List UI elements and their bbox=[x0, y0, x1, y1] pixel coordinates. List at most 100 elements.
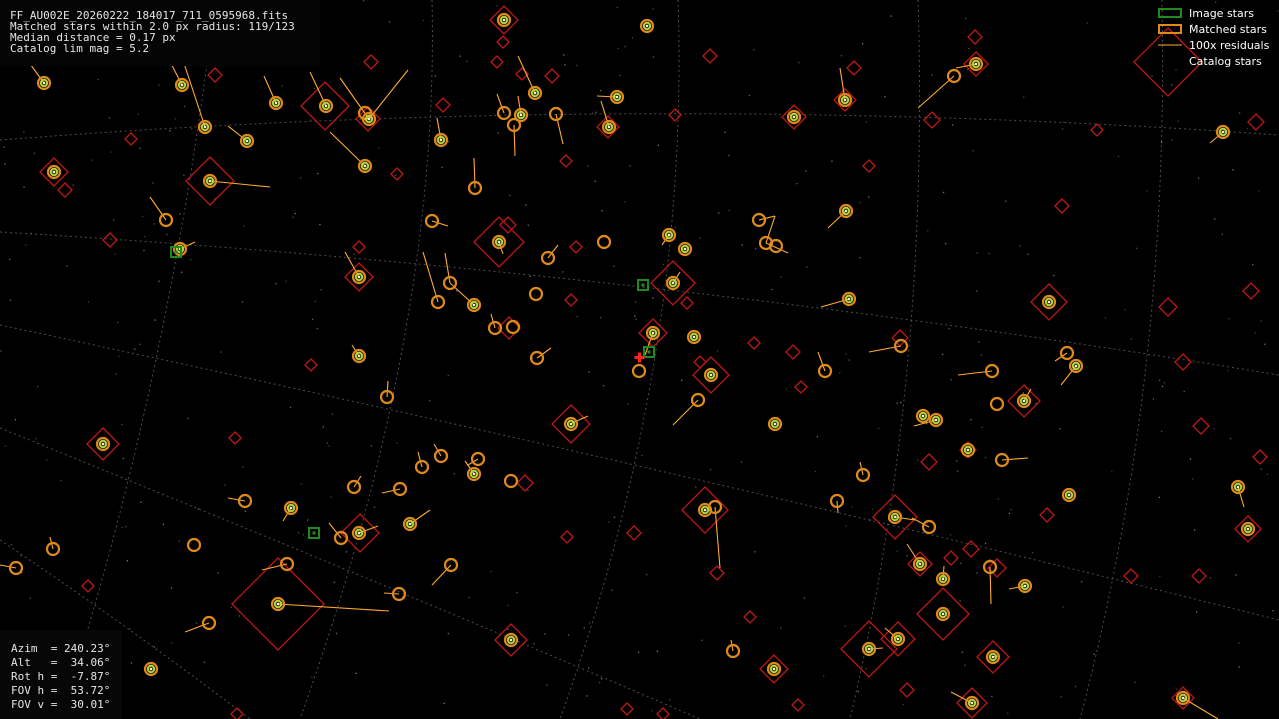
background-star bbox=[29, 597, 31, 599]
background-star bbox=[300, 177, 302, 179]
background-star bbox=[1221, 233, 1223, 235]
catalog-star-marker bbox=[743, 610, 757, 624]
image-star-center bbox=[472, 303, 476, 307]
background-star bbox=[122, 457, 124, 460]
background-star bbox=[137, 113, 140, 115]
background-star bbox=[805, 170, 807, 172]
background-star bbox=[3, 146, 5, 148]
image-star-center bbox=[645, 24, 649, 28]
catalog-star-marker bbox=[626, 525, 642, 541]
background-star bbox=[848, 359, 850, 361]
grid-line bbox=[59, 0, 216, 719]
background-star bbox=[1019, 245, 1021, 247]
catalog-star-marker bbox=[564, 293, 578, 307]
image-star-center bbox=[289, 506, 293, 510]
background-star bbox=[1080, 581, 1083, 583]
background-star bbox=[275, 283, 277, 285]
background-star bbox=[310, 119, 312, 121]
background-star bbox=[203, 661, 206, 663]
background-star bbox=[242, 466, 244, 468]
background-star bbox=[139, 147, 141, 149]
background-star bbox=[669, 699, 671, 701]
matched-star-marker bbox=[596, 234, 612, 250]
background-star bbox=[567, 634, 570, 636]
background-star bbox=[178, 540, 180, 542]
background-star bbox=[896, 550, 898, 552]
background-star bbox=[181, 271, 183, 273]
background-star bbox=[23, 186, 25, 188]
background-star bbox=[1183, 390, 1185, 393]
background-star bbox=[292, 216, 294, 219]
grid-line bbox=[849, 0, 921, 719]
rotation-text: Rot h = -7.87° bbox=[11, 670, 111, 683]
matched-stars-layer bbox=[8, 12, 1256, 711]
background-star bbox=[490, 570, 492, 573]
catalog-star-marker bbox=[943, 550, 959, 566]
background-star bbox=[716, 350, 719, 352]
catalog-star-marker bbox=[57, 182, 73, 198]
background-star bbox=[1161, 385, 1164, 388]
catalog-star-marker bbox=[794, 380, 808, 394]
background-star bbox=[980, 354, 983, 356]
image-star-center bbox=[149, 667, 153, 671]
background-star bbox=[1124, 309, 1126, 311]
background-star bbox=[447, 374, 449, 377]
background-star bbox=[896, 402, 898, 404]
background-star bbox=[459, 55, 461, 57]
background-star bbox=[583, 627, 585, 629]
background-star bbox=[1264, 343, 1266, 345]
residual-line bbox=[473, 157, 476, 189]
background-star bbox=[927, 230, 929, 232]
catalog-star-marker bbox=[544, 68, 560, 84]
background-star bbox=[960, 562, 962, 564]
background-star bbox=[1228, 317, 1230, 320]
background-star bbox=[1152, 398, 1154, 400]
catalog-star-marker bbox=[1039, 507, 1055, 523]
background-star bbox=[114, 253, 116, 255]
background-star bbox=[35, 437, 37, 440]
background-star bbox=[1104, 317, 1107, 319]
background-star bbox=[322, 426, 324, 428]
legend-label-matched-stars: Matched stars bbox=[1189, 23, 1267, 36]
catalog-star-marker bbox=[559, 154, 573, 168]
legend-label-residuals: 100x residuals bbox=[1189, 39, 1270, 52]
background-star bbox=[741, 244, 743, 246]
image-stars-swatch-icon bbox=[1158, 8, 1182, 18]
image-star-center bbox=[472, 472, 476, 476]
background-star bbox=[591, 112, 594, 114]
azimuth-text: Azim = 240.23° bbox=[11, 642, 111, 655]
background-star bbox=[152, 182, 154, 184]
image-star-center bbox=[1023, 584, 1027, 588]
catalog-star-marker bbox=[1191, 568, 1207, 584]
background-star bbox=[140, 501, 142, 503]
background-star bbox=[611, 589, 613, 591]
catalog-star-marker bbox=[862, 159, 876, 173]
background-star bbox=[1171, 84, 1173, 86]
matched-star-marker bbox=[505, 319, 521, 335]
background-star bbox=[1158, 496, 1160, 498]
catalog-star-marker bbox=[499, 216, 517, 234]
matched-star-marker bbox=[528, 286, 544, 302]
background-star bbox=[281, 85, 283, 87]
background-star bbox=[613, 516, 616, 518]
background-star bbox=[949, 534, 952, 536]
catalog-star-marker bbox=[1252, 449, 1268, 465]
background-star bbox=[373, 506, 376, 508]
background-star bbox=[981, 426, 983, 428]
catalog-star-marker bbox=[569, 240, 583, 254]
residual-line bbox=[1001, 457, 1029, 461]
background-star bbox=[1209, 577, 1212, 579]
background-star bbox=[1254, 332, 1257, 334]
image-star-center bbox=[324, 104, 328, 108]
background-star bbox=[453, 473, 455, 475]
background-star bbox=[563, 54, 565, 56]
background-star bbox=[1177, 120, 1179, 122]
background-star bbox=[968, 47, 970, 50]
catalog-star-marker bbox=[102, 232, 118, 248]
background-star bbox=[507, 628, 509, 630]
residual-line bbox=[339, 77, 370, 120]
catalog-star-marker bbox=[81, 579, 95, 593]
legend: Image stars Matched stars 100x residuals… bbox=[1150, 6, 1279, 70]
background-star bbox=[1007, 712, 1009, 714]
image-star-center bbox=[519, 113, 523, 117]
